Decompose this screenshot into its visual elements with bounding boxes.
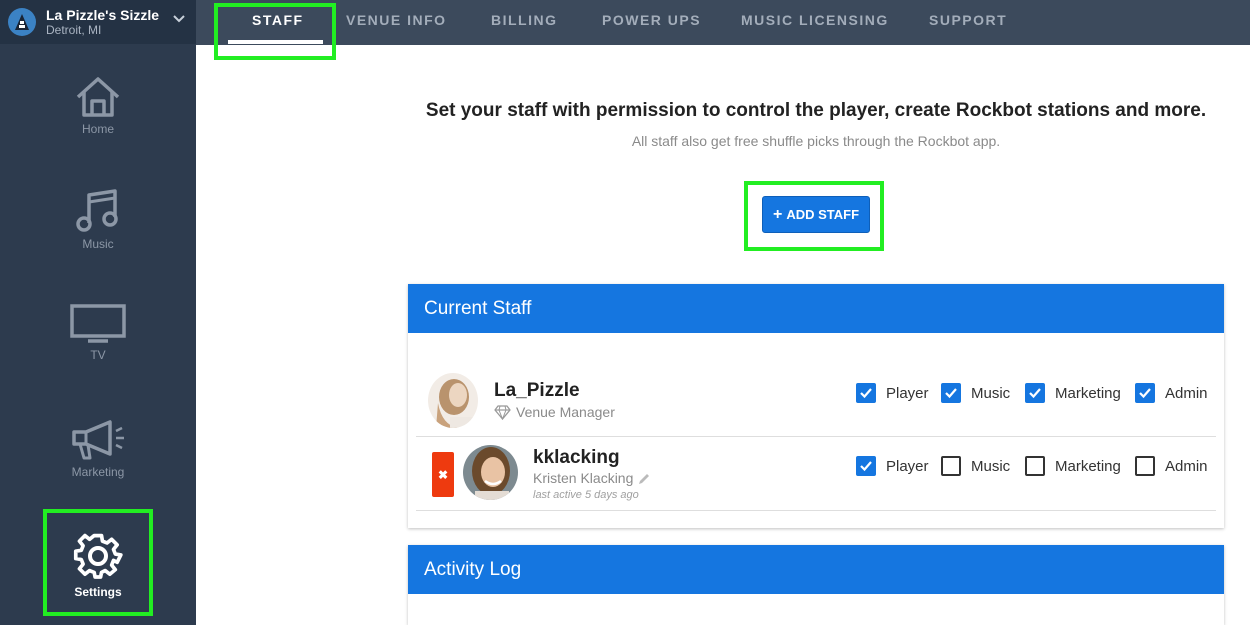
permission-player[interactable]: Player	[856, 383, 929, 403]
permission-label: Player	[886, 457, 929, 475]
permission-label: Marketing	[1055, 457, 1121, 475]
sidebar-item-label: Home	[81, 122, 114, 136]
tv-icon	[70, 304, 126, 343]
staff-last-active: last active 5 days ago	[533, 489, 639, 501]
staff-username: La_Pizzle	[494, 380, 580, 401]
checkbox-checked[interactable]	[941, 383, 961, 403]
permission-label: Marketing	[1055, 384, 1121, 402]
tab-billing[interactable]: BILLING	[491, 12, 558, 28]
sidebar-item-home[interactable]: Home	[0, 76, 196, 136]
row-divider	[416, 510, 1216, 511]
close-icon: ✖	[437, 467, 449, 482]
current-staff-panel: Current Staff La_Pizzle Venue Manager Pl…	[408, 284, 1224, 528]
tab-music-licensing[interactable]: MUSIC LICENSING	[741, 12, 889, 28]
highlight-box-add-staff	[744, 181, 884, 251]
permission-admin[interactable]: Admin	[1135, 383, 1208, 403]
permission-music[interactable]: Music	[941, 456, 1010, 476]
tab-power-ups[interactable]: POWER UPS	[602, 12, 701, 28]
checkbox-checked[interactable]	[1135, 383, 1155, 403]
page-headline: Set your staff with permission to contro…	[425, 100, 1207, 121]
music-note-icon	[76, 189, 118, 232]
permission-label: Music	[971, 384, 1011, 402]
staff-role-label: Venue Manager	[516, 404, 615, 420]
avatar	[463, 445, 518, 500]
venue-location: Detroit, MI	[46, 23, 102, 37]
activity-log-panel: Activity Log	[408, 545, 1224, 625]
permission-label: Music	[971, 457, 1011, 475]
chevron-down-icon[interactable]	[172, 12, 186, 31]
permission-admin[interactable]: Admin	[1135, 456, 1208, 476]
diamond-icon	[494, 404, 511, 420]
home-icon	[76, 77, 120, 117]
sidebar-item-label: Music	[82, 237, 114, 251]
staff-role: Venue Manager	[494, 404, 615, 420]
checkbox-checked[interactable]	[1025, 383, 1045, 403]
highlight-box-settings	[43, 509, 153, 616]
venue-logo-icon	[8, 8, 36, 36]
permission-marketing[interactable]: Marketing	[1025, 456, 1121, 476]
sidebar-item-marketing[interactable]: Marketing	[0, 419, 196, 479]
tab-venue-info[interactable]: VENUE INFO	[346, 12, 447, 28]
permission-music[interactable]: Music	[941, 383, 1010, 403]
staff-full-name-label: Kristen Klacking	[533, 470, 634, 486]
permission-label: Admin	[1165, 457, 1208, 475]
page-subheadline: All staff also get free shuffle picks th…	[631, 133, 1001, 149]
venue-switcher[interactable]: La Pizzle's Sizzle Detroit, MI	[0, 0, 196, 44]
venue-name: La Pizzle's Sizzle	[46, 7, 160, 23]
tab-support[interactable]: SUPPORT	[929, 12, 1007, 28]
sidebar-item-label: Marketing	[71, 465, 125, 479]
staff-username: kklacking	[533, 447, 620, 468]
sidebar-item-label: TV	[90, 348, 106, 362]
checkbox-unchecked[interactable]	[1025, 456, 1045, 476]
checkbox-checked[interactable]	[856, 456, 876, 476]
highlight-box-staff-tab	[214, 3, 336, 60]
permission-label: Player	[886, 384, 929, 402]
sidebar-item-tv[interactable]: TV	[0, 304, 196, 362]
permission-label: Admin	[1165, 384, 1208, 402]
permission-marketing[interactable]: Marketing	[1025, 383, 1121, 403]
current-staff-title: Current Staff	[408, 284, 1224, 333]
remove-staff-button[interactable]: ✖	[432, 452, 454, 497]
permission-player[interactable]: Player	[856, 456, 929, 476]
checkbox-unchecked[interactable]	[1135, 456, 1155, 476]
megaphone-icon	[72, 420, 124, 460]
activity-log-title: Activity Log	[408, 545, 1224, 594]
staff-full-name: Kristen Klacking	[533, 470, 651, 486]
sidebar-item-music[interactable]: Music	[0, 189, 196, 251]
checkbox-checked[interactable]	[856, 383, 876, 403]
top-tab-bar: STAFF VENUE INFO BILLING POWER UPS MUSIC…	[196, 0, 1250, 45]
avatar	[428, 373, 478, 428]
pencil-icon[interactable]	[638, 472, 651, 485]
row-divider	[416, 436, 1216, 437]
checkbox-unchecked[interactable]	[941, 456, 961, 476]
